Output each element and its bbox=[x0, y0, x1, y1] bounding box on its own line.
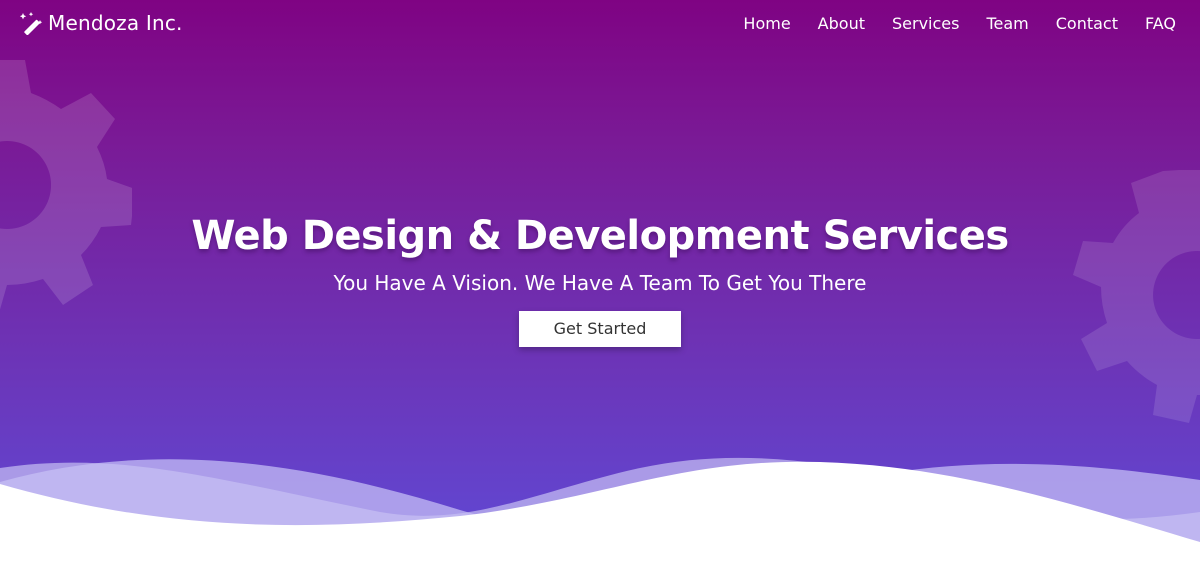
hero-subtitle: You Have A Vision. We Have A Team To Get… bbox=[333, 271, 867, 295]
nav-link-about[interactable]: About bbox=[818, 13, 865, 35]
nav-link-team[interactable]: Team bbox=[986, 13, 1028, 35]
top-navigation-bar: Mendoza Inc. Home About Services Team Co… bbox=[0, 0, 1200, 48]
wave-shape bbox=[0, 457, 1200, 562]
magic-wand-icon bbox=[20, 12, 43, 35]
get-started-button[interactable]: Get Started bbox=[519, 311, 681, 347]
brand-logo[interactable]: Mendoza Inc. bbox=[20, 11, 183, 35]
nav-link-home[interactable]: Home bbox=[743, 13, 790, 35]
nav-link-services[interactable]: Services bbox=[892, 13, 959, 35]
main-nav: Home About Services Team Contact FAQ bbox=[743, 13, 1176, 35]
hero-content: Web Design & Development Services You Ha… bbox=[0, 205, 1200, 347]
brand-name: Mendoza Inc. bbox=[48, 11, 183, 35]
nav-link-contact[interactable]: Contact bbox=[1056, 13, 1118, 35]
hero-title: Web Design & Development Services bbox=[191, 213, 1009, 259]
nav-link-faq[interactable]: FAQ bbox=[1145, 13, 1176, 35]
hero-section: Mendoza Inc. Home About Services Team Co… bbox=[0, 0, 1200, 562]
